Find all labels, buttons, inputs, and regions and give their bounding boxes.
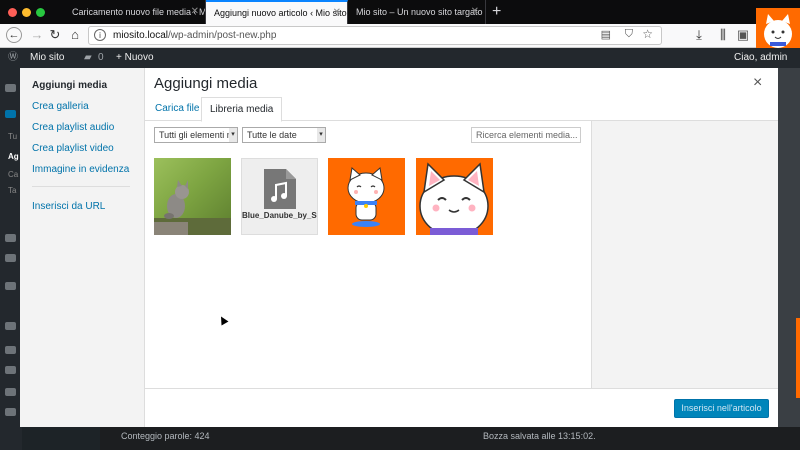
background-right — [778, 68, 800, 450]
media-modal: Aggiungi media Crea galleria Crea playli… — [20, 68, 778, 427]
minimize-window-icon[interactable] — [22, 8, 31, 17]
audio-file-icon — [264, 169, 296, 209]
library-icon[interactable]: ⫼ — [714, 26, 732, 44]
wp-admin-bar: Ⓦ Mio sito ▰ 0 + Nuovo Ciao, admin — [0, 48, 800, 68]
tab-title: Mio sito – Un nuovo sito targato Wo — [356, 7, 486, 17]
media-search-input[interactable]: Ricerca elementi media... — [471, 127, 581, 143]
media-item-lucky-cat-face[interactable] — [416, 158, 493, 235]
site-name-link[interactable]: Mio sito — [30, 48, 64, 68]
maximize-window-icon[interactable] — [36, 8, 45, 17]
download-icon[interactable]: ⤓ — [690, 26, 708, 44]
media-item-lucky-cat[interactable] — [328, 158, 405, 235]
modal-tabs: Carica file Libreria media — [145, 97, 778, 122]
sidebar-item-video-playlist[interactable]: Crea playlist video — [32, 143, 114, 154]
forward-icon[interactable]: → — [28, 26, 46, 44]
lucky-cat-face-image — [419, 162, 489, 235]
media-item-audio[interactable]: Blue_Danube_by_Strauss.mp3 — [241, 158, 318, 235]
plugins-icon[interactable] — [5, 346, 16, 354]
modal-toolbar: Inserisci nell'articolo — [145, 388, 778, 427]
bookmark-star-icon[interactable]: ☆ — [642, 27, 653, 41]
back-icon[interactable]: ← — [6, 27, 22, 43]
comments-icon[interactable]: ▰ — [84, 48, 92, 68]
site-info-icon[interactable]: i — [94, 29, 106, 41]
close-window-icon[interactable] — [8, 8, 17, 17]
close-tab-icon[interactable]: ✕ — [333, 2, 341, 24]
editor-status-bar: Conteggio parole: 424 Bozza salvata alle… — [100, 427, 800, 450]
sidebar-item-create-gallery[interactable]: Crea galleria — [32, 101, 89, 112]
sidebar-icon[interactable]: ▣ — [734, 26, 752, 44]
pages-icon[interactable] — [5, 254, 16, 262]
reload-icon[interactable]: ↻ — [46, 26, 64, 44]
media-icon[interactable] — [5, 234, 16, 242]
menu-fragment: Tu — [8, 132, 18, 141]
tools-icon[interactable] — [5, 388, 16, 396]
browser-tab-2[interactable]: Aggiungi nuovo articolo ‹ Mio sito — ✕ — [206, 0, 348, 24]
browser-tab-3[interactable]: Mio sito – Un nuovo sito targato Wo ✕ — [348, 0, 486, 24]
new-tab-icon[interactable]: + — [492, 2, 501, 22]
browser-tab-bar: Caricamento nuovo file media ‹ Mio ✕ Agg… — [0, 0, 800, 24]
close-tab-icon[interactable]: ✕ — [191, 0, 199, 24]
new-content-link[interactable]: + Nuovo — [116, 48, 154, 68]
audio-filename: Blue_Danube_by_Strauss.mp3 — [242, 211, 317, 220]
modal-sidebar: Aggiungi media Crea galleria Crea playli… — [20, 68, 145, 427]
sidebar-divider — [32, 186, 130, 187]
user-greeting[interactable]: Ciao, admin — [734, 48, 787, 68]
chevron-down-icon: ▾ — [229, 128, 237, 142]
media-type-value: Tutti gli elementi m — [159, 130, 235, 140]
sidebar-item-featured-image[interactable]: Immagine in evidenza — [32, 164, 129, 175]
draft-saved-status: Bozza salvata alle 13:15:02. — [483, 431, 596, 441]
settings-icon[interactable] — [5, 408, 16, 416]
comments-count[interactable]: 0 — [98, 48, 104, 68]
sidebar-item-audio-playlist[interactable]: Crea playlist audio — [32, 122, 114, 133]
reader-view-icon[interactable]: ▤ — [601, 28, 611, 41]
dashboard-icon[interactable] — [5, 84, 16, 92]
url-text: miosito.local/wp-admin/post-new.php — [113, 30, 277, 41]
home-icon[interactable]: ⌂ — [66, 26, 84, 44]
attachment-details-panel — [591, 121, 778, 388]
comments-menu-icon[interactable] — [5, 282, 16, 290]
chevron-down-icon: ▾ — [317, 128, 325, 142]
close-icon[interactable]: × — [753, 74, 762, 92]
users-icon[interactable] — [5, 366, 16, 374]
close-tab-icon[interactable]: ✕ — [471, 0, 479, 24]
wordpress-logo-icon[interactable]: Ⓦ — [8, 48, 18, 68]
wp-side-menu: Tu Ag Ca Ta — [0, 68, 22, 450]
posts-icon[interactable] — [5, 110, 16, 118]
browser-tab-1[interactable]: Caricamento nuovo file media ‹ Mio ✕ — [64, 0, 206, 24]
tab-title: Aggiungi nuovo articolo ‹ Mio sito — — [214, 8, 348, 18]
media-item-cat-photo[interactable] — [154, 158, 231, 235]
date-filter-value: Tutte le date — [247, 130, 297, 140]
insert-into-post-button[interactable]: Inserisci nell'articolo — [674, 399, 769, 418]
url-bar[interactable]: i miosito.local/wp-admin/post-new.php ▤ … — [88, 26, 662, 45]
lucky-cat-logo — [756, 8, 800, 50]
tab-media-library[interactable]: Libreria media — [201, 97, 283, 122]
media-library-content: Tutti gli elementi m ▾ Tutte le date ▾ R… — [145, 121, 591, 388]
lucky-cat-image — [347, 167, 385, 227]
appearance-icon[interactable] — [5, 322, 16, 330]
menu-fragment: Ta — [8, 186, 17, 195]
sidebar-item-insert-from-url[interactable]: Inserisci da URL — [32, 201, 105, 212]
date-filter[interactable]: Tutte le date ▾ — [242, 127, 326, 143]
menu-fragment: Ag — [8, 152, 19, 161]
media-type-filter[interactable]: Tutti gli elementi m ▾ — [154, 127, 238, 143]
tab-title: Caricamento nuovo file media ‹ Mio — [72, 7, 206, 17]
cat-photo-image — [154, 180, 231, 235]
browser-nav-bar: ← → ↻ ⌂ i miosito.local/wp-admin/post-ne… — [0, 24, 800, 48]
sidebar-item-add-media[interactable]: Aggiungi media — [32, 80, 107, 91]
menu-fragment: Ca — [8, 170, 19, 179]
pocket-icon[interactable]: ⛉ — [625, 28, 633, 41]
tab-upload-files[interactable]: Carica file — [147, 97, 207, 121]
word-count: Conteggio parole: 424 — [121, 431, 210, 441]
modal-title: Aggiungi media — [154, 75, 258, 92]
